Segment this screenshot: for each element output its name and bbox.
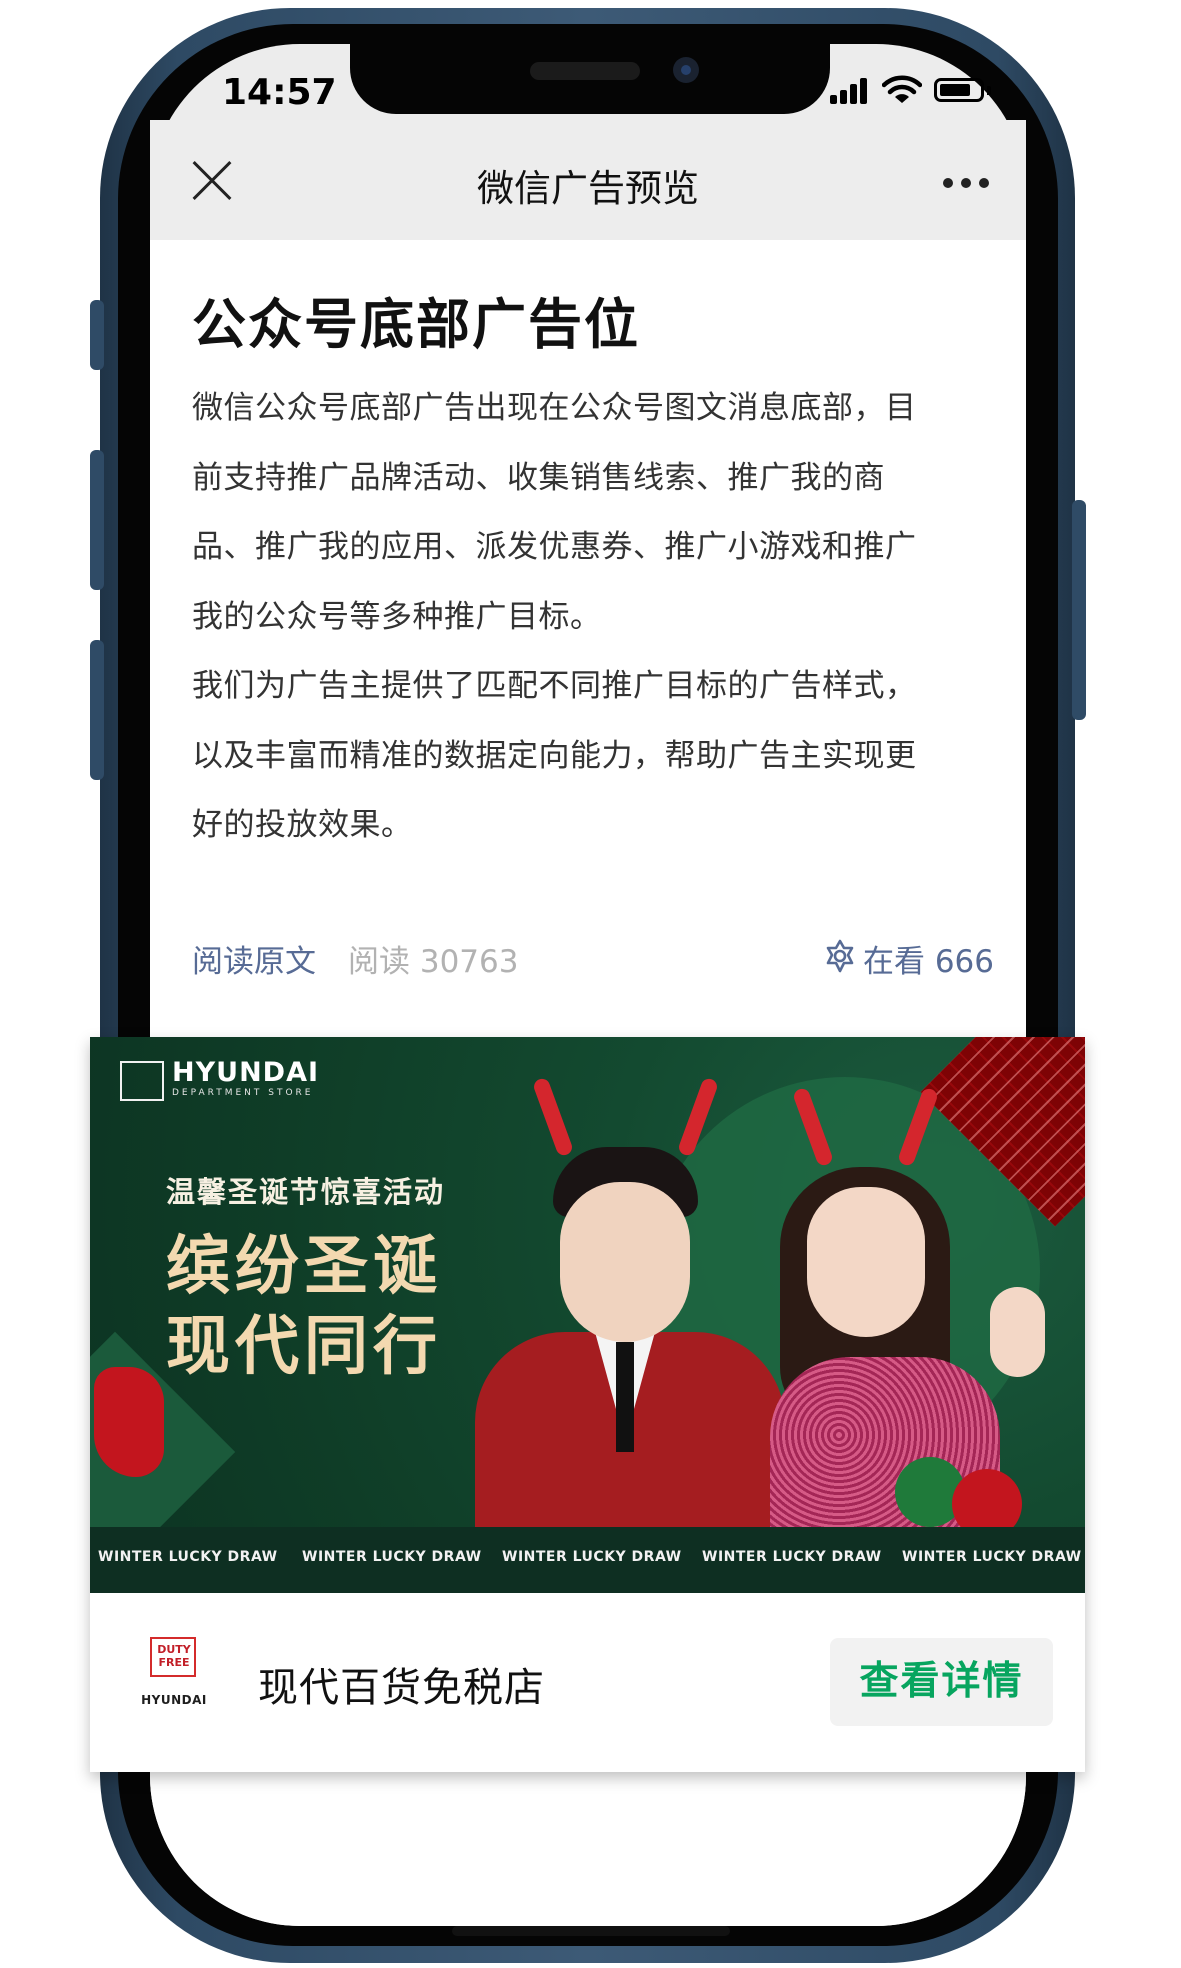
- phone-mute-switch: [90, 300, 104, 370]
- article-line: 好的投放效果。: [192, 807, 413, 843]
- speaker-grille: [530, 62, 640, 80]
- wifi-icon: [882, 75, 922, 103]
- advertiser-logo[interactable]: DUTY FREE HYUNDAI: [134, 1637, 214, 1727]
- more-icon[interactable]: [943, 178, 989, 188]
- strip-text: WINTER LUCKY DRAW: [302, 1549, 482, 1565]
- strip-text: WINTER LUCKY DRAW: [702, 1549, 882, 1565]
- nav-bar: 微信广告预览: [150, 120, 1026, 240]
- home-indicator[interactable]: [452, 1926, 730, 1936]
- logo-brand: HYUNDAI: [141, 1693, 207, 1707]
- looking-count[interactable]: 在看 666: [863, 936, 994, 981]
- article-body: 微信公众号底部广告出现在公众号图文消息底部，目 前支持推广品牌活动、收集销售线索…: [192, 374, 1002, 861]
- ribbon-bow-decoration: [94, 1367, 164, 1477]
- battery-tip: [987, 86, 991, 95]
- article: 公众号底部广告位 微信公众号底部广告出现在公众号图文消息底部，目 前支持推广品牌…: [150, 240, 1026, 1040]
- read-original-link[interactable]: 阅读原文: [192, 936, 316, 981]
- strip-text: WINTER LUCKY DRAW: [502, 1549, 682, 1565]
- status-time: 14:57: [222, 72, 337, 113]
- battery-icon: [934, 78, 984, 102]
- logo-duty: DUTY FREE: [157, 1643, 191, 1669]
- nav-title: 微信广告预览: [477, 167, 699, 210]
- article-title: 公众号底部广告位: [192, 293, 640, 356]
- phone-volume-down: [90, 640, 104, 780]
- banner-brand-logo: [120, 1061, 164, 1101]
- article-line: 前支持推广品牌活动、收集销售线索、推广我的商: [192, 459, 885, 496]
- strip-text: WINTER LUCKY DRAW: [902, 1549, 1082, 1565]
- signal-icon: [830, 78, 870, 104]
- phone-volume-up: [90, 450, 104, 590]
- promo-headline-2: 现代同行: [166, 1310, 442, 1384]
- read-count: 阅读 30763: [348, 944, 519, 980]
- article-line: 我们为广告主提供了匹配不同推广目标的广告样式，: [192, 668, 917, 704]
- banner-brand-sub: DEPARTMENT STORE: [172, 1088, 314, 1098]
- front-camera: [673, 57, 699, 83]
- article-line: 微信公众号底部广告出现在公众号图文消息底部，目: [192, 390, 917, 426]
- promo-subtitle: 温馨圣诞节惊喜活动: [166, 1175, 446, 1209]
- lower-screen-area: [150, 1772, 1026, 1926]
- article-meta: 阅读原文 阅读 30763 在看 666: [192, 936, 994, 984]
- article-line: 我的公众号等多种推广目标。: [192, 598, 602, 635]
- article-line: 品、推广我的应用、派发优惠券、推广小游戏和推广: [192, 529, 917, 565]
- banner-brand-name: HYUNDAI: [172, 1057, 320, 1088]
- ad-banner-image[interactable]: HYUNDAI DEPARTMENT STORE 温馨圣诞节惊喜活动 缤纷圣诞 …: [90, 1037, 1085, 1593]
- phone-power-button: [1072, 500, 1086, 720]
- article-line: 以及丰富而精准的数据定向能力，帮助广告主实现更: [192, 737, 917, 774]
- advertiser-name[interactable]: 现代百货免税店: [258, 1655, 545, 1713]
- ad-card[interactable]: HYUNDAI DEPARTMENT STORE 温馨圣诞节惊喜活动 缤纷圣诞 …: [90, 1037, 1085, 1772]
- ad-footer: DUTY FREE HYUNDAI 现代百货免税店 查看详情: [90, 1593, 1085, 1772]
- strip-text: WINTER LUCKY DRAW: [98, 1549, 278, 1565]
- promo-headline-1: 缤纷圣诞: [166, 1230, 442, 1304]
- lucky-draw-strip: WINTER LUCKY DRAW WINTER LUCKY DRAW WINT…: [90, 1527, 1085, 1593]
- looking-icon[interactable]: [822, 938, 858, 974]
- view-details-button[interactable]: 查看详情: [830, 1638, 1053, 1726]
